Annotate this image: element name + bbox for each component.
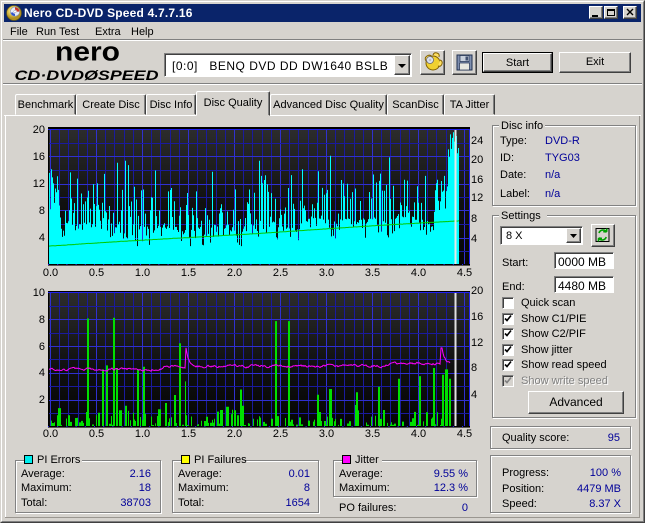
svg-text:nero: nero (55, 42, 120, 67)
svg-text:CD·DVDØSPEED: CD·DVDØSPEED (15, 67, 159, 83)
